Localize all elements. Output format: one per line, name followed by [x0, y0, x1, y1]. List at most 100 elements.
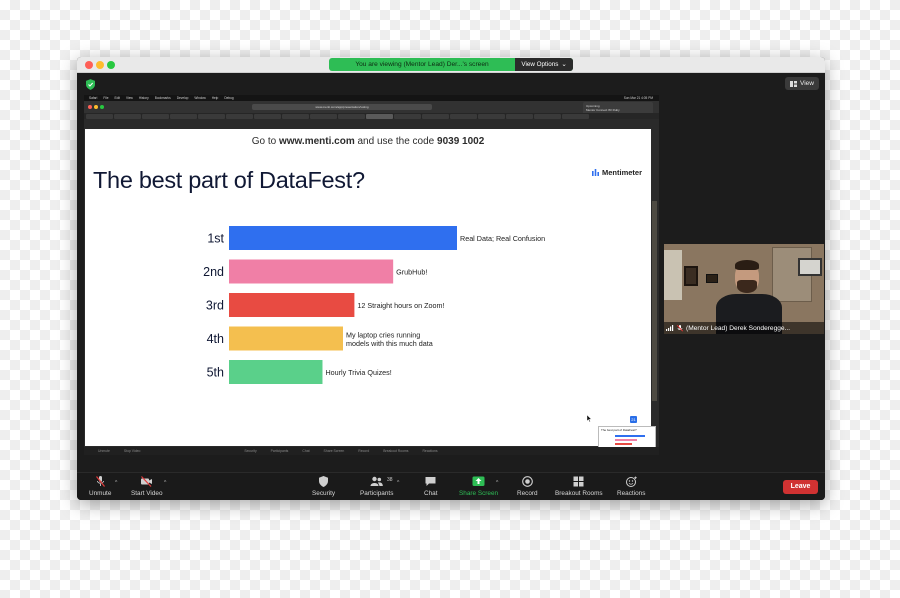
menu-develop: Develop — [176, 96, 189, 100]
start-video-button[interactable]: Start Video — [131, 476, 163, 497]
security-button[interactable]: Security — [312, 476, 335, 497]
view-options-button[interactable]: View Options ⌄ — [515, 58, 573, 71]
browser-tab — [422, 114, 449, 119]
chat-icon — [425, 477, 436, 486]
bar-2 — [229, 259, 394, 284]
safari-tabs — [84, 113, 659, 119]
menu-edit: Edit — [114, 96, 120, 100]
video-picture-frame — [798, 258, 822, 276]
shared-label-chat: Chat — [302, 449, 310, 453]
browser-tab — [226, 114, 253, 119]
chat-label: Chat — [424, 490, 438, 497]
shared-label-breakout: Breakout Rooms — [383, 449, 409, 453]
bar-3 — [229, 293, 355, 317]
participant-video-tile[interactable]: (Mentor Lead) Derek Sonderegge... — [664, 244, 824, 334]
safari-close-dot — [88, 105, 92, 109]
browser-tab — [254, 114, 281, 119]
muted-mic-icon — [95, 476, 105, 487]
bar-label-5: Hourly Trivia Quizes! — [325, 368, 391, 377]
address-bar: www.menti.com/app/presentation/voting — [252, 104, 432, 110]
share-options-caret-icon[interactable]: ^ — [496, 480, 498, 486]
zoom-window-button[interactable] — [107, 61, 115, 69]
shared-label-record: Record — [358, 449, 370, 453]
viewing-banner: You are viewing (Mentor Lead) Der...'s s… — [329, 58, 573, 71]
bar-label-1: Real Data; Real Confusion — [460, 234, 545, 243]
unmute-button[interactable]: Unmute — [89, 476, 111, 497]
bar-label-2: GrubHub! — [396, 268, 427, 277]
browser-tab — [338, 114, 365, 119]
participants-label: Participants — [360, 490, 394, 497]
browser-tab — [114, 114, 141, 119]
shared-screen-edge — [652, 201, 657, 401]
audio-options-caret-icon[interactable]: ^ — [115, 480, 117, 486]
safari-minimize-dot — [94, 105, 98, 109]
video-options-caret-icon[interactable]: ^ — [164, 480, 166, 486]
menubar-clock: Sun Mar 21 4:05 PM — [623, 96, 653, 100]
thumbnail-bar — [615, 443, 632, 445]
bar-4 — [229, 326, 343, 351]
bar-label-line: GrubHub! — [396, 268, 427, 277]
shared-label-stop-video: Stop Video — [123, 449, 141, 453]
grid-view-icon — [790, 80, 798, 87]
participants-caret-icon[interactable]: ^ — [397, 480, 399, 486]
participant-name: (Mentor Lead) Derek Sonderegge... — [686, 324, 791, 332]
record-icon — [521, 476, 533, 487]
ranking-chart: 1st Real Data; Real Confusion 2nd GrubHub! 3… — [203, 226, 545, 384]
browser-tab — [86, 114, 113, 119]
bar-label-line: models with this much data — [346, 339, 433, 348]
breakout-rooms-button[interactable]: Breakout Rooms — [555, 476, 603, 497]
rank-label-1: 1st — [207, 232, 224, 246]
participant-name-label: (Mentor Lead) Derek Sonderegge... — [664, 322, 824, 334]
browser-tab — [394, 114, 421, 119]
shared-label-reactions: Reactions — [422, 449, 438, 453]
reactions-button[interactable]: Reactions — [617, 476, 645, 497]
share-screen-label: Share Screen — [459, 490, 499, 497]
meeting-stage: View Safari File Edit View History Bookm… — [77, 73, 825, 472]
start-video-label: Start Video — [131, 490, 163, 497]
browser-tab — [310, 114, 337, 119]
view-button[interactable]: View — [785, 77, 819, 90]
shield-icon[interactable] — [86, 79, 95, 90]
reactions-icon — [625, 476, 637, 487]
slide-count-badge[interactable]: 21 — [630, 416, 637, 423]
browser-tab — [506, 114, 533, 119]
close-window-button[interactable] — [85, 61, 93, 69]
browser-tab — [450, 114, 477, 119]
shared-label-share-screen: Share Screen — [323, 449, 345, 453]
menu-bookmarks: Bookmarks — [154, 96, 171, 100]
rank-label-5: 5th — [207, 366, 224, 380]
browser-tab — [170, 114, 197, 119]
bar-5 — [229, 360, 323, 384]
participants-count: 38 — [387, 477, 393, 483]
safari-zoom-dot — [100, 105, 104, 109]
leave-button[interactable]: Leave — [783, 480, 818, 494]
shared-zoom-controls: Unmute Stop Video Security Participants … — [84, 447, 659, 455]
shared-screen: Safari File Edit View History Bookmarks … — [84, 95, 659, 455]
record-button[interactable]: Record — [517, 476, 538, 497]
person-hair — [735, 260, 759, 270]
presentation-slide: Go to www.menti.com and use the code 903… — [85, 129, 656, 455]
thumbnail-bar — [615, 435, 645, 437]
breakout-rooms-icon — [573, 476, 584, 487]
bar-label-4: My laptop cries running models with this … — [346, 330, 433, 348]
bar-1 — [229, 226, 457, 250]
browser-tab — [282, 114, 309, 119]
participants-icon — [370, 476, 383, 486]
chat-button[interactable]: Chat — [424, 476, 438, 497]
rank-label-4: 4th — [207, 332, 224, 346]
signal-icon — [666, 325, 674, 331]
viewing-text: You are viewing (Mentor Lead) Der...'s s… — [355, 61, 489, 68]
menu-view: View — [125, 96, 133, 100]
muted-mic-icon — [677, 324, 683, 332]
minimize-window-button[interactable] — [96, 61, 104, 69]
meeting-controls: Unmute ^ Start Video ^ Security Particip… — [77, 472, 825, 500]
browser-tab — [478, 114, 505, 119]
share-screen-icon — [472, 476, 485, 486]
menu-debug: Debug — [224, 96, 234, 100]
share-screen-button[interactable]: Share Screen — [459, 476, 498, 497]
browser-tab-active — [366, 114, 393, 119]
mouse-cursor-icon — [587, 415, 592, 422]
chevron-down-icon: ⌄ — [561, 61, 567, 68]
menu-file: File — [103, 96, 109, 100]
bar-label-line: Hourly Trivia Quizes! — [325, 368, 391, 377]
